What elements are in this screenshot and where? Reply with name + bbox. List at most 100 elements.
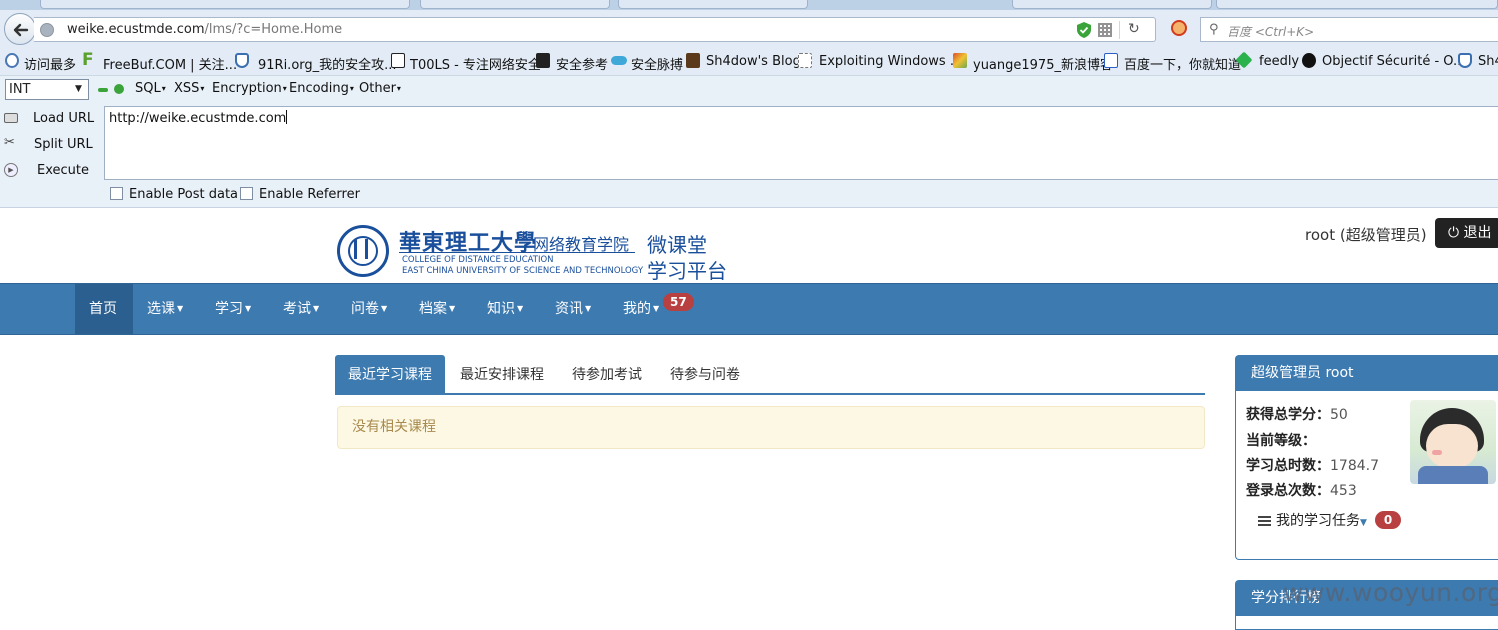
sql-menu[interactable]: SQL▾ <box>135 81 166 96</box>
load-url-button[interactable]: Load URL <box>0 108 100 130</box>
plus-icon[interactable] <box>114 84 124 94</box>
enable-referrer-checkbox[interactable]: Enable Referrer <box>240 187 360 202</box>
shield-icon <box>235 53 249 68</box>
play-icon: ▶ <box>4 163 18 177</box>
platform-title-line1: 微课堂 <box>647 233 707 257</box>
hours-stat: 学习总时数：1784.7 <box>1246 458 1379 474</box>
bookmark-item[interactable]: feedly <box>1259 54 1299 69</box>
minus-icon[interactable] <box>98 88 108 92</box>
xss-menu[interactable]: XSS▾ <box>174 81 204 96</box>
load-icon <box>4 113 18 123</box>
bookmark-item[interactable]: T00LS - 专注网络安全 <box>410 54 541 73</box>
encoding-select[interactable]: INT ▼ <box>5 79 89 100</box>
encryption-menu[interactable]: Encryption▾ <box>212 81 287 96</box>
page-icon <box>798 53 812 68</box>
freebuf-icon: F <box>82 50 94 70</box>
bookmark-item[interactable]: yuange1975_新浪博客 <box>973 54 1113 73</box>
cloud-icon <box>611 56 627 65</box>
os-icon <box>1302 53 1316 68</box>
bookmarks-toolbar: 访问最多 F FreeBuf.COM | 关注... 91Ri.org_我的安全… <box>0 48 1498 76</box>
bookmark-item[interactable]: 百度一下，你就知道 <box>1124 54 1241 73</box>
main-navigation: 首页 选课 ▼ 学习 ▼ 考试 ▼ 问卷 ▼ 档案 ▼ 知识 ▼ 资讯 ▼ 我的 ▼ 57 <box>0 283 1498 335</box>
browser-tab[interactable] <box>1216 0 1498 9</box>
logo-divider <box>399 252 635 253</box>
search-bar[interactable]: ⚲ 百度 <Ctrl+K> <box>1200 17 1498 42</box>
search-icon: ⚲ <box>1209 22 1219 37</box>
qr-code-icon[interactable] <box>1098 23 1112 37</box>
url-textarea[interactable]: http://weike.ecustmde.com <box>104 106 1498 180</box>
browser-tab[interactable] <box>618 0 808 9</box>
bookmark-item[interactable]: 安全参考 <box>556 54 608 73</box>
paw-icon <box>1104 53 1118 68</box>
site-header: 華東理工大學 网络教育学院 COLLEGE OF DISTANCE EDUCAT… <box>0 208 1498 283</box>
bookmark-item[interactable]: FreeBuf.COM | 关注... <box>103 54 237 73</box>
current-user[interactable]: root (超级管理员) <box>1305 224 1427 245</box>
nav-news[interactable]: 资讯 ▼ <box>541 284 605 334</box>
notification-badge: 57 <box>663 293 694 311</box>
nav-course-select[interactable]: 选课 ▼ <box>133 284 197 334</box>
nav-home[interactable]: 首页 <box>75 284 133 334</box>
encoding-menu[interactable]: Encoding▾ <box>289 81 354 96</box>
dark-icon <box>536 53 550 68</box>
execute-button[interactable]: ▶ Execute <box>0 160 100 182</box>
bookmark-item[interactable]: Sh4dow's Blog <box>706 54 801 69</box>
browser-tab[interactable] <box>420 0 610 9</box>
browser-tab[interactable] <box>1012 0 1212 9</box>
list-icon <box>1258 515 1271 526</box>
colorful-icon <box>953 53 967 68</box>
logins-stat: 登录总次数：453 <box>1246 483 1357 499</box>
bookmark-item[interactable]: Sh4 <box>1478 54 1498 69</box>
my-tasks-link[interactable]: 我的学习任务▼ <box>1258 510 1367 530</box>
logo-english-line1: COLLEGE OF DISTANCE EDUCATION <box>402 255 554 265</box>
power-icon: ⏻ <box>1448 225 1460 241</box>
address-bar[interactable]: weike.ecustmde.com/lms/?c=Home.Home ↻ <box>34 17 1156 42</box>
task-count-badge: 0 <box>1375 511 1401 529</box>
hackbar-panel: INT ▼ SQL▾ XSS▾ Encryption▾ Encoding▾ Ot… <box>0 76 1498 208</box>
bookmark-item[interactable]: Exploiting Windows ... <box>819 54 962 69</box>
bookmark-item[interactable]: Objectif Sécurité - O... <box>1322 54 1465 69</box>
scissors-icon: ✂ <box>4 135 15 150</box>
watermark: www.wooyun.org <box>1283 578 1498 607</box>
nav-knowledge[interactable]: 知识 ▼ <box>473 284 537 334</box>
credit-stat: 获得总学分：50 <box>1246 407 1348 423</box>
back-arrow-icon <box>13 23 29 37</box>
bookmark-item[interactable]: 安全脉搏 <box>631 54 683 73</box>
tab-scheduled-courses[interactable]: 最近安排课程 <box>447 355 557 393</box>
nav-study[interactable]: 学习 ▼ <box>201 284 265 334</box>
browser-tab[interactable] <box>40 0 410 9</box>
nav-survey[interactable]: 问卷 ▼ <box>337 284 401 334</box>
tab-recent-courses[interactable]: 最近学习课程 <box>335 355 445 393</box>
bookmark-item[interactable]: 访问最多 <box>24 54 76 73</box>
enable-post-checkbox[interactable]: Enable Post data <box>110 187 238 202</box>
tab-pending-surveys[interactable]: 待参与问卷 <box>657 355 753 393</box>
url-text[interactable]: weike.ecustmde.com/lms/?c=Home.Home <box>67 22 342 37</box>
user-summary-panel: 超级管理员 root 获得总学分：50 当前等级： 学习总时数：1784.7 登… <box>1235 355 1498 560</box>
nav-mine[interactable]: 我的 ▼ <box>609 284 673 334</box>
nav-exam[interactable]: 考试 ▼ <box>269 284 333 334</box>
shield-icon <box>1458 53 1472 68</box>
panel-title: 超级管理员 root <box>1236 356 1498 391</box>
split-url-button[interactable]: ✂ Split URL <box>0 134 100 156</box>
avatar-icon <box>686 53 700 68</box>
bookmark-item[interactable]: 91Ri.org_我的安全攻... <box>258 54 397 73</box>
select-value: INT <box>9 82 31 97</box>
back-button[interactable] <box>4 13 36 45</box>
empty-courses-alert: 没有相关课程 <box>337 406 1205 449</box>
chevron-down-icon: ▼ <box>75 84 82 94</box>
browser-tab-strip <box>0 0 1498 10</box>
university-seal-logo <box>337 225 389 277</box>
level-stat: 当前等级： <box>1246 433 1316 449</box>
nav-archive[interactable]: 档案 ▼ <box>405 284 469 334</box>
tools-icon <box>391 53 405 68</box>
course-tabs: 最近学习课程 最近安排课程 待参加考试 待参与问卷 <box>335 355 1205 395</box>
other-menu[interactable]: Other▾ <box>359 81 401 96</box>
tab-pending-exams[interactable]: 待参加考试 <box>559 355 655 393</box>
globe-icon <box>5 53 19 68</box>
noscript-icon[interactable] <box>1171 20 1187 36</box>
logo-english-line2: EAST CHINA UNIVERSITY OF SCIENCE AND TEC… <box>402 266 644 276</box>
reload-icon[interactable]: ↻ <box>1128 21 1140 37</box>
avatar[interactable] <box>1410 400 1496 484</box>
shield-check-icon[interactable] <box>1077 22 1091 38</box>
search-placeholder: 百度 <Ctrl+K> <box>1227 25 1315 39</box>
logout-button[interactable]: ⏻ 退出 <box>1435 218 1498 248</box>
